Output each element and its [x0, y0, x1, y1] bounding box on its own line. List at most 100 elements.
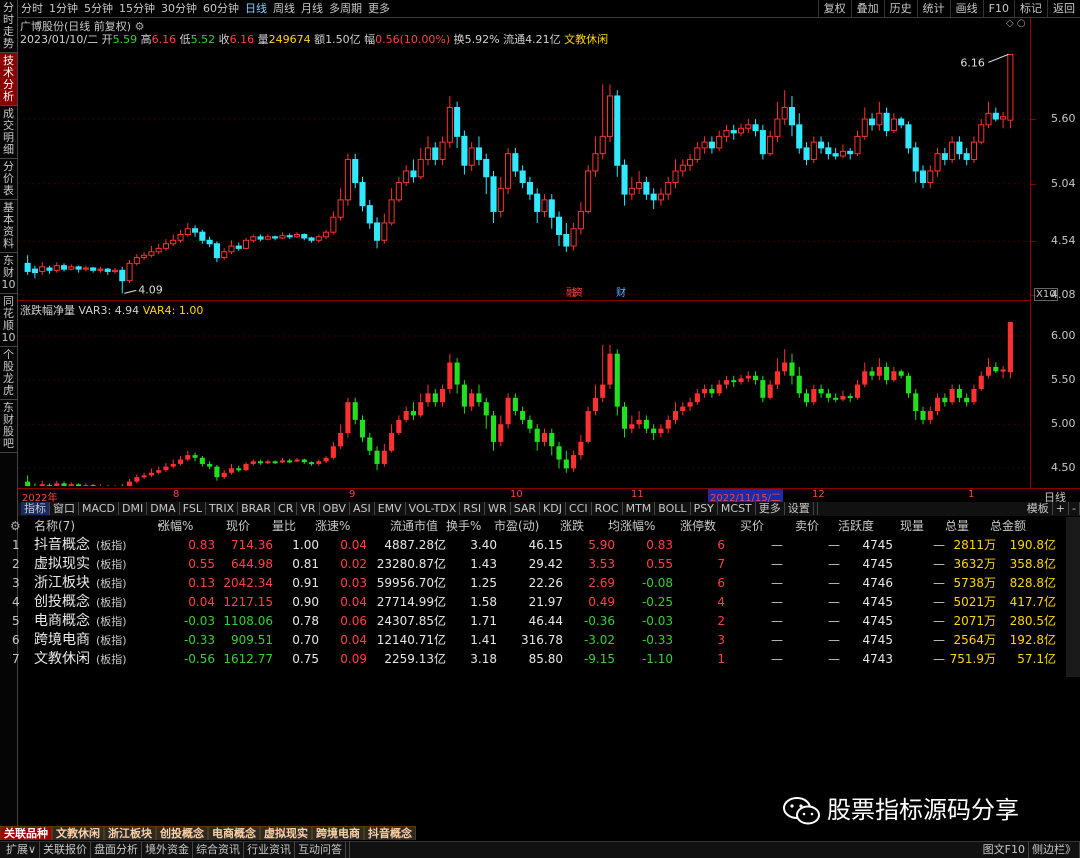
period-6[interactable]: 日线 — [242, 0, 270, 17]
period-indicator[interactable]: 日线 — [1030, 488, 1080, 504]
sector-name[interactable]: 文教休闲 — [34, 650, 90, 669]
period-0[interactable]: 分时 — [18, 0, 46, 17]
col-header-10[interactable]: 涨停数 — [680, 517, 716, 536]
col-header-0[interactable]: 名称(7) — [34, 517, 75, 536]
col-header-11[interactable]: 买价 — [740, 517, 764, 536]
indicator-1[interactable]: 窗口 — [50, 502, 79, 515]
period-4[interactable]: 30分钟 — [158, 0, 200, 17]
indicator-12[interactable]: EMV — [375, 502, 406, 515]
tool-3[interactable]: 统计 — [916, 0, 950, 17]
left-tab-6[interactable]: 同花顺10 — [0, 294, 17, 347]
indicator-17[interactable]: KDJ — [540, 502, 566, 515]
bottom-tab-2[interactable]: 浙江板块 — [104, 826, 156, 840]
indicator-4[interactable]: DMA — [147, 502, 180, 515]
indicator-19[interactable]: ROC — [592, 502, 623, 515]
period-10[interactable]: 更多 — [365, 0, 393, 17]
period-8[interactable]: 月线 — [298, 0, 326, 17]
indicator-14[interactable]: RSI — [460, 502, 486, 515]
tool-1[interactable]: 叠加 — [850, 0, 884, 17]
table-scrollbar[interactable] — [1066, 517, 1080, 677]
bottom-link-5[interactable]: 行业资讯 — [244, 842, 296, 858]
period-7[interactable]: 周线 — [270, 0, 298, 17]
period-9[interactable]: 多周期 — [326, 0, 365, 17]
indicator-21[interactable]: BOLL — [655, 502, 691, 515]
event-marker-1[interactable]: 资 — [573, 287, 583, 298]
col-header-8[interactable]: 涨跌 — [560, 517, 584, 536]
table-row[interactable]: 4 创投概念 (板指) 0.04 1217.15 0.90 0.04 27714.99亿 1.5… — [0, 593, 1066, 612]
indicator-8[interactable]: CR — [275, 502, 298, 515]
candlestick-chart[interactable]: 6.164.09 融资财 — [18, 44, 1030, 298]
indicator-6[interactable]: TRIX — [206, 502, 239, 515]
left-tab-0[interactable]: 分时走势 — [0, 0, 17, 53]
bottom-tab-0[interactable]: 关联品种 — [0, 826, 52, 840]
bottom-tab-5[interactable]: 虚拟现实 — [260, 826, 312, 840]
period-3[interactable]: 15分钟 — [116, 0, 158, 17]
bottom-right-1[interactable]: 侧边栏》 — [1029, 842, 1080, 858]
left-tab-8[interactable]: 东财股吧 — [0, 400, 17, 453]
gear-icon[interactable]: ⚙ — [10, 517, 21, 536]
indicator-23[interactable]: MCST — [718, 502, 756, 515]
indicator-11[interactable]: ASI — [350, 502, 375, 515]
indicator-2[interactable]: MACD — [79, 502, 119, 515]
col-header-3[interactable]: 量比 — [272, 517, 296, 536]
indicator-25[interactable]: 设置 — [785, 502, 814, 515]
table-row[interactable]: 7 文教休闲 (板指) -0.56 1612.77 0.75 0.09 2259.13亿 3.1… — [0, 650, 1066, 669]
indicator-3[interactable]: DMI — [119, 502, 148, 515]
table-row[interactable]: 1 抖音概念 (板指) 0.83 714.36 1.00 0.04 4887.28亿 3.40 4… — [0, 536, 1066, 555]
table-row[interactable]: 6 跨境电商 (板指) -0.33 909.51 0.70 0.04 12140.71亿 1.4… — [0, 631, 1066, 650]
col-header-13[interactable]: 活跃度 — [838, 517, 874, 536]
col-header-5[interactable]: 流通市值 — [390, 517, 438, 536]
sector-name[interactable]: 浙江板块 — [34, 574, 90, 593]
col-header-16[interactable]: 总金额 — [990, 517, 1026, 536]
indicator-0[interactable]: 指标 — [21, 502, 50, 515]
chart-controls[interactable]: ◇ ○ — [1006, 18, 1026, 29]
bottom-tab-6[interactable]: 跨境电商 — [312, 826, 364, 840]
left-tab-2[interactable]: 成交明细 — [0, 106, 17, 159]
indicator-right-2[interactable]: - — [1069, 502, 1080, 515]
indicator-15[interactable]: WR — [485, 502, 511, 515]
col-header-2[interactable]: 现价 — [226, 517, 250, 536]
period-5[interactable]: 60分钟 — [200, 0, 242, 17]
bottom-tab-4[interactable]: 电商概念 — [208, 826, 260, 840]
tool-6[interactable]: 标记 — [1014, 0, 1047, 17]
bottom-link-6[interactable]: 互动问答 — [295, 842, 347, 858]
sector-name[interactable]: 电商概念 — [34, 612, 90, 631]
table-row[interactable]: 5 电商概念 (板指) -0.03 1108.06 0.78 0.06 24307.85亿 1.… — [0, 612, 1066, 631]
tool-4[interactable]: 画线 — [949, 0, 983, 17]
indicator-24[interactable]: 更多 — [756, 502, 785, 515]
indicator-9[interactable]: VR — [297, 502, 320, 515]
indicator-18[interactable]: CCI — [566, 502, 592, 515]
period-1[interactable]: 1分钟 — [46, 0, 81, 17]
indicator-13[interactable]: VOL-TDX — [406, 502, 461, 515]
left-tab-1[interactable]: 技术分析 — [0, 53, 17, 106]
sector-name[interactable]: 抖音概念 — [34, 536, 90, 555]
col-header-15[interactable]: 总量 — [945, 517, 969, 536]
indicator-5[interactable]: FSL — [180, 502, 206, 515]
tool-5[interactable]: F10 — [982, 0, 1014, 17]
event-marker-2[interactable]: 财 — [616, 286, 626, 298]
col-header-4[interactable]: 涨速% — [315, 517, 350, 536]
bottom-link-1[interactable]: 关联报价 — [40, 842, 92, 858]
tool-0[interactable]: 复权 — [817, 0, 851, 17]
bottom-tab-3[interactable]: 创投概念 — [156, 826, 208, 840]
col-header-12[interactable]: 卖价 — [795, 517, 819, 536]
col-header-14[interactable]: 现量 — [900, 517, 924, 536]
bottom-tab-1[interactable]: 文教休闲 — [52, 826, 104, 840]
table-row[interactable]: 2 虚拟现实 (板指) 0.55 644.98 0.81 0.02 23280.87亿 1.43… — [0, 555, 1066, 574]
indicator-right-1[interactable]: + — [1053, 502, 1070, 515]
left-tab-5[interactable]: 东财10 — [0, 253, 17, 294]
table-row[interactable]: 3 浙江板块 (板指) 0.13 2042.34 0.91 0.03 59956.70亿 1.2… — [0, 574, 1066, 593]
sector-name[interactable]: 创投概念 — [34, 593, 90, 612]
col-header-7[interactable]: 市盈(动) — [494, 517, 539, 536]
col-header-1[interactable]: 涨幅% — [158, 517, 193, 536]
bottom-link-3[interactable]: 境外资金 — [142, 842, 194, 858]
indicator-16[interactable]: SAR — [511, 502, 541, 515]
indicator-20[interactable]: MTM — [623, 502, 656, 515]
sector-name[interactable]: 跨境电商 — [34, 631, 90, 650]
bottom-tab-7[interactable]: 抖音概念 — [364, 826, 416, 840]
bottom-link-4[interactable]: 综合资讯 — [193, 842, 245, 858]
bottom-link-2[interactable]: 盘面分析 — [91, 842, 143, 858]
bottom-link-0[interactable]: 扩展∨ — [3, 842, 41, 858]
tool-2[interactable]: 历史 — [883, 0, 917, 17]
indicator-right-0[interactable]: 模板 — [1024, 502, 1053, 515]
